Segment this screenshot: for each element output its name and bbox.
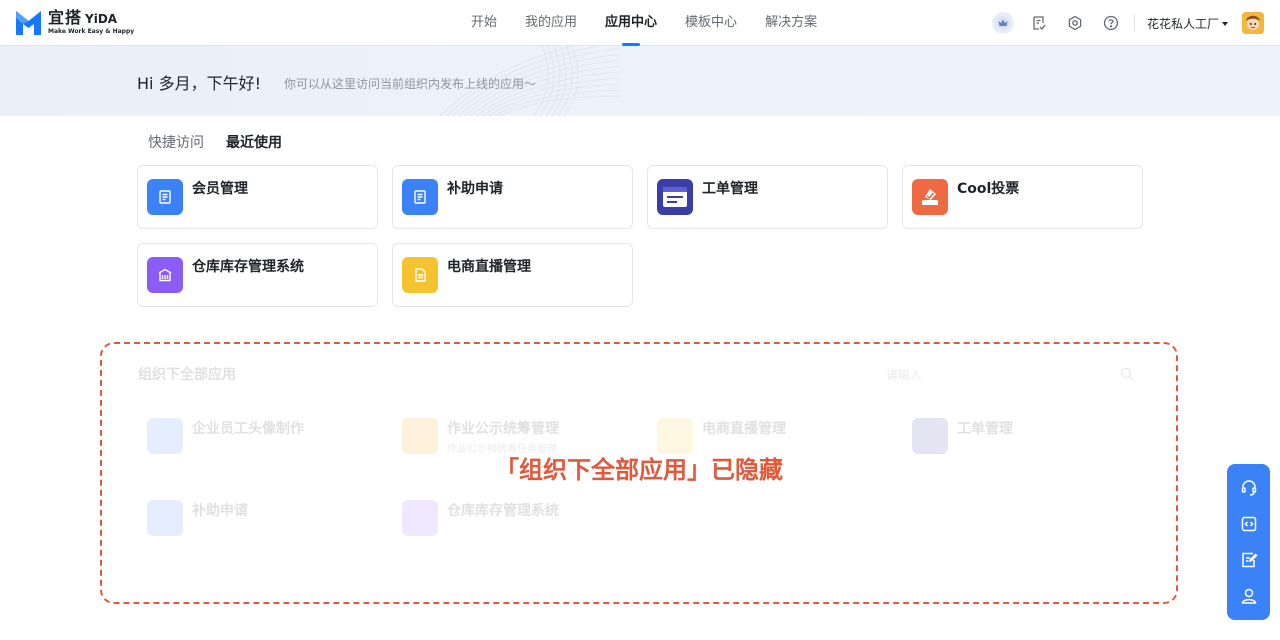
app-name: 工单管理 xyxy=(702,181,758,197)
tab-quick-access[interactable]: 快捷访问 xyxy=(148,132,204,152)
app-name: 企业员工头像制作 xyxy=(192,421,304,437)
yida-logo[interactable]: 宜搭 YiDA Make Work Easy & Happy xyxy=(14,8,134,37)
app-name: 作业公示统筹管理 xyxy=(447,421,559,437)
access-tabs: 快捷访问 最近使用 xyxy=(148,132,304,152)
app-icon xyxy=(147,500,183,536)
all-apps-section-hidden: 组织下全部应用 请输入 企业员工头像制作 作业公示统筹管理 作业公示和统筹任务管… xyxy=(100,342,1178,604)
app-name: 补助申请 xyxy=(447,181,503,197)
app-icon xyxy=(657,418,693,454)
section-title: 组织下全部应用 xyxy=(138,367,236,383)
nav-item-my-apps[interactable]: 我的应用 xyxy=(525,0,577,46)
search-icon xyxy=(1120,366,1134,385)
app-name: Cool投票 xyxy=(957,181,1020,197)
app-center-content: 快捷访问 最近使用 会员管理 补助申请 工单管理 Cool投票 仓库库存管理系统 xyxy=(0,116,1280,640)
app-icon xyxy=(912,418,948,454)
app-name: 补助申请 xyxy=(192,503,248,519)
main-nav: 开始 我的应用 应用中心 模板中心 解决方案 xyxy=(457,0,831,46)
app-card[interactable]: 工单管理 xyxy=(647,165,888,229)
warehouse-icon xyxy=(147,257,183,293)
app-name: 仓库库存管理系统 xyxy=(192,259,304,275)
app-name: 会员管理 xyxy=(192,181,248,197)
app-icon xyxy=(147,418,183,454)
tab-recently-used[interactable]: 最近使用 xyxy=(226,132,282,152)
document-icon xyxy=(402,179,438,215)
logo-title: 宜搭 xyxy=(48,8,83,27)
app-card[interactable]: 仓库库存管理系统 xyxy=(137,243,378,307)
file-icon xyxy=(402,257,438,293)
app-card[interactable]: 电商直播管理 xyxy=(392,243,633,307)
app-card[interactable]: 会员管理 xyxy=(137,165,378,229)
ticket-icon xyxy=(657,179,693,215)
help-icon[interactable] xyxy=(1100,12,1122,34)
app-name: 仓库库存管理系统 xyxy=(447,503,559,519)
welcome-banner: Hi 多月，下午好! 你可以从这里访问当前组织内发布上线的应用～ xyxy=(0,46,1280,116)
top-navigation-bar: 宜搭 YiDA Make Work Easy & Happy 开始 我的应用 应用… xyxy=(0,0,1280,46)
header-divider xyxy=(1133,15,1135,31)
vote-icon xyxy=(912,179,948,215)
avatar[interactable] xyxy=(1242,12,1264,34)
gear-icon[interactable] xyxy=(1064,12,1086,34)
greeting-subtitle: 你可以从这里访问当前组织内发布上线的应用～ xyxy=(284,77,537,91)
search-input[interactable]: 请输入 xyxy=(886,366,922,383)
user-icon[interactable] xyxy=(1239,586,1259,606)
logo-brand: YiDA xyxy=(85,12,118,26)
yida-logo-icon xyxy=(14,8,43,37)
app-name: 工单管理 xyxy=(957,421,1013,437)
code-icon[interactable] xyxy=(1239,514,1259,534)
caret-down-icon xyxy=(1222,22,1228,26)
app-card[interactable]: Cool投票 xyxy=(902,165,1143,229)
app-name: 电商直播管理 xyxy=(447,259,531,275)
app-card[interactable]: 补助申请 xyxy=(392,165,633,229)
user-name: 花花私人工厂 xyxy=(1146,16,1219,31)
document-icon xyxy=(147,179,183,215)
crown-icon[interactable] xyxy=(991,12,1014,34)
tasks-icon[interactable] xyxy=(1028,12,1050,34)
nav-item-solutions[interactable]: 解决方案 xyxy=(765,0,817,46)
hidden-notice: 「组织下全部应用」已隐藏 xyxy=(495,456,783,484)
edit-icon[interactable] xyxy=(1239,550,1259,570)
greeting-text: Hi 多月，下午好! xyxy=(137,74,261,93)
nav-item-start[interactable]: 开始 xyxy=(471,0,497,46)
app-name: 电商直播管理 xyxy=(702,421,786,437)
floating-toolbar xyxy=(1227,464,1270,620)
nav-item-template-center[interactable]: 模板中心 xyxy=(685,0,737,46)
app-icon xyxy=(402,500,438,536)
support-icon[interactable] xyxy=(1239,478,1259,498)
nav-item-app-center[interactable]: 应用中心 xyxy=(605,0,657,46)
logo-slogan: Make Work Easy & Happy xyxy=(48,28,135,35)
user-menu[interactable]: 花花私人工厂 xyxy=(1147,15,1228,32)
app-icon xyxy=(402,418,438,454)
